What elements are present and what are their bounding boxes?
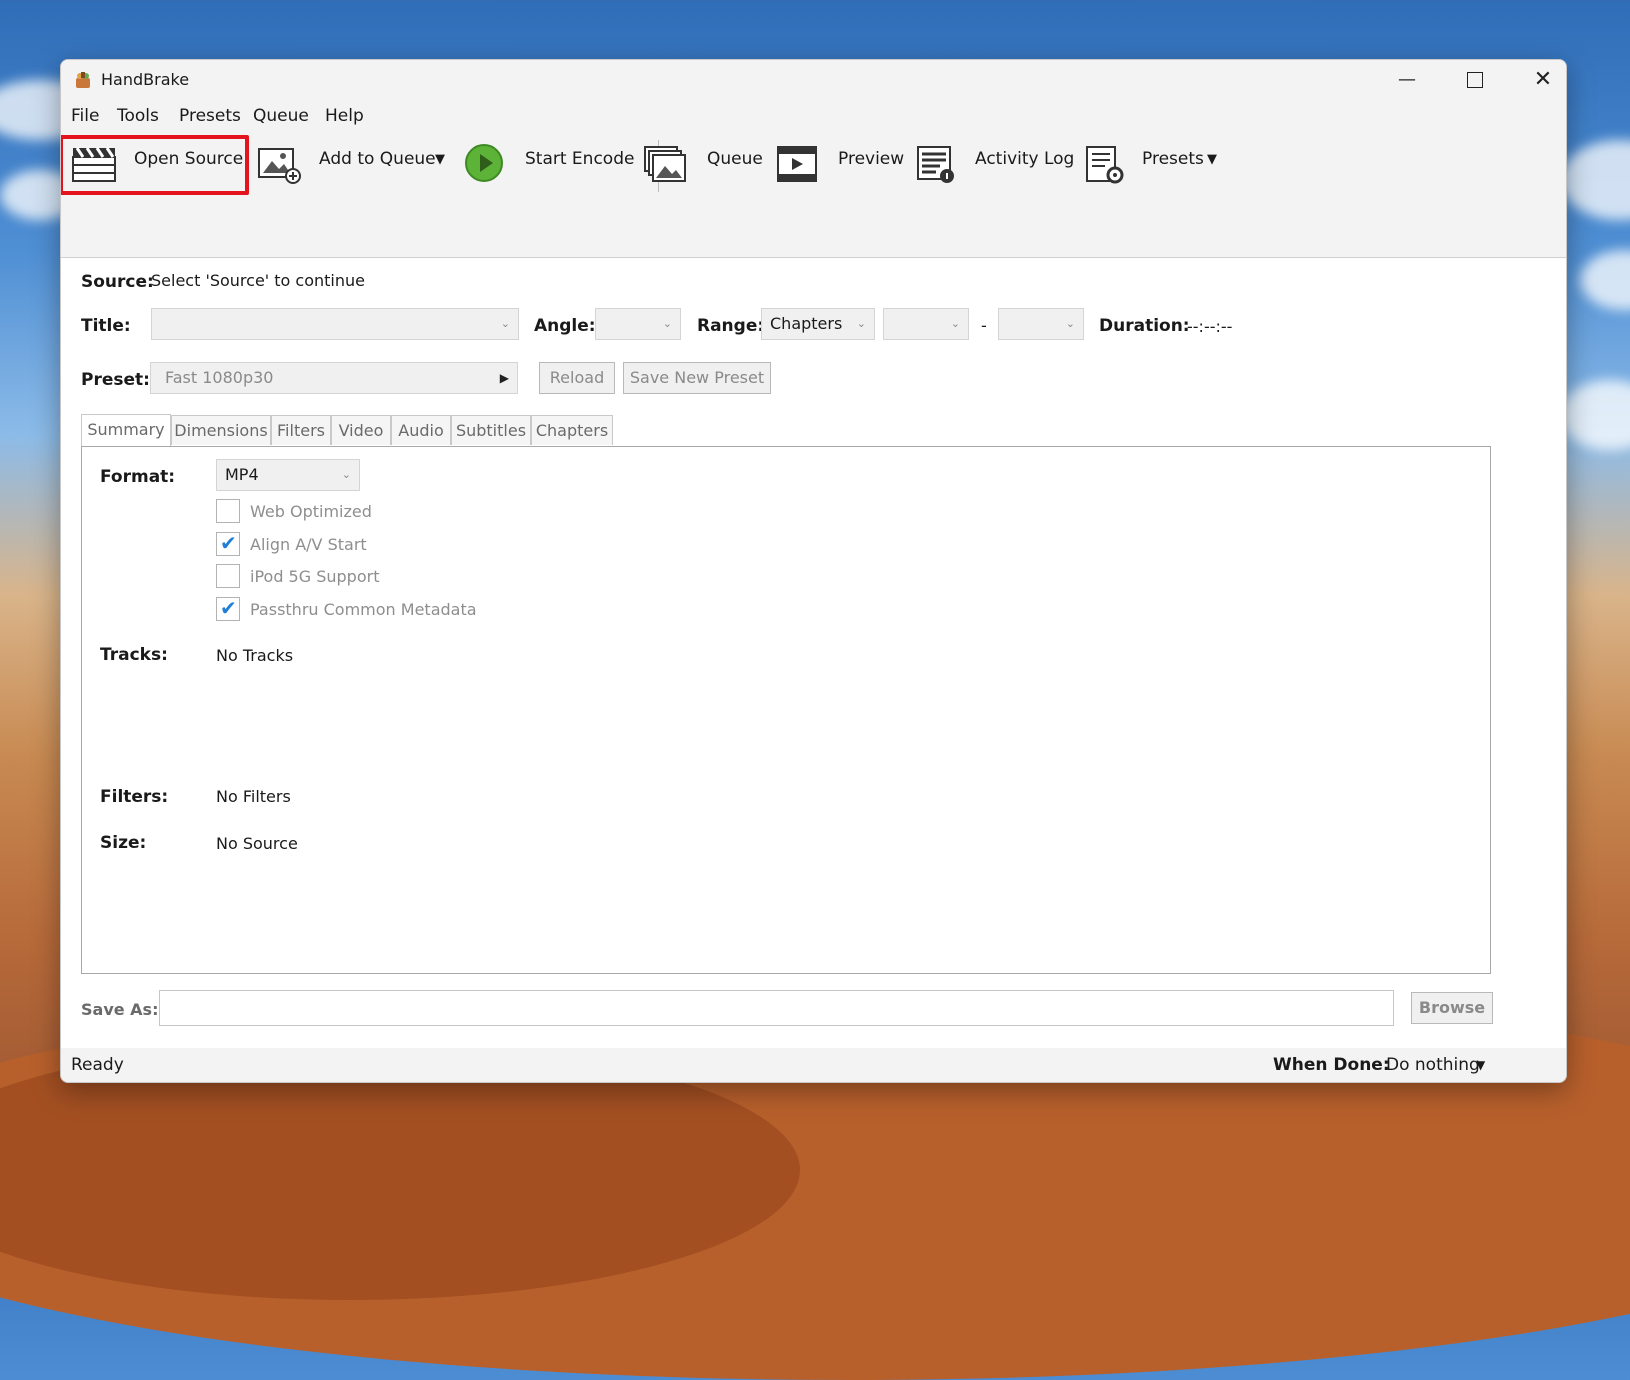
queue-icon (644, 146, 686, 182)
filters-value: No Filters (216, 787, 291, 806)
chevron-down-icon: ⌄ (1065, 317, 1075, 330)
source-label: Source: (81, 272, 154, 292)
align-av-start-label: Align A/V Start (250, 535, 367, 554)
ipod-5g-support-checkbox[interactable] (216, 564, 240, 588)
angle-label: Angle: (534, 316, 596, 336)
preview-label: Preview (838, 149, 905, 169)
save-new-preset-button[interactable]: Save New Preset (623, 362, 771, 394)
duration-label: Duration: (1099, 316, 1190, 336)
menu-tools[interactable]: Tools (117, 106, 159, 126)
range-type-dropdown[interactable]: Chapters ⌄ (761, 308, 875, 340)
queue-label: Queue (707, 149, 763, 169)
tracks-label: Tracks: (100, 645, 168, 665)
minimize-button[interactable]: — (1373, 60, 1441, 100)
title-bar: HandBrake — ✕ (61, 60, 1566, 100)
chevron-right-icon: ▶ (499, 371, 509, 385)
range-label: Range: (697, 316, 765, 336)
handbrake-window: HandBrake — ✕ File Tools Presets Queue H… (60, 59, 1567, 1083)
chevron-down-icon: ⌄ (856, 317, 866, 330)
window-title: HandBrake (101, 70, 190, 89)
status-bar: Ready When Done: Do nothing ▼ (61, 1050, 1566, 1082)
ipod-5g-support-label: iPod 5G Support (250, 567, 380, 586)
title-dropdown[interactable]: ⌄ (151, 308, 519, 340)
save-as-input[interactable] (159, 990, 1394, 1026)
tab-dimensions[interactable]: Dimensions (171, 415, 271, 445)
when-done-value: Do nothing (1386, 1055, 1480, 1075)
menu-presets[interactable]: Presets (179, 106, 241, 126)
menu-bar: File Tools Presets Queue Help (61, 102, 1566, 132)
close-button[interactable]: ✕ (1509, 60, 1566, 100)
maximize-button[interactable] (1441, 60, 1509, 100)
format-value: MP4 (225, 465, 259, 484)
play-icon (465, 144, 503, 182)
range-dash: - (981, 316, 987, 335)
when-done-label: When Done: (1273, 1055, 1390, 1075)
menu-file[interactable]: File (71, 106, 99, 126)
start-encode-label: Start Encode (525, 149, 635, 169)
checkmark-icon: ✔ (220, 531, 237, 555)
open-source-label: Open Source (134, 149, 244, 169)
add-image-icon (258, 148, 301, 184)
filters-label: Filters: (100, 787, 169, 807)
activity-log-label: Activity Log (975, 149, 1075, 169)
source-value: Select 'Source' to continue (151, 271, 365, 290)
reload-button[interactable]: Reload (539, 362, 615, 394)
angle-dropdown[interactable]: ⌄ (595, 308, 681, 340)
tab-subtitles[interactable]: Subtitles (451, 415, 531, 445)
range-end-dropdown[interactable]: ⌄ (998, 308, 1084, 340)
tab-audio[interactable]: Audio (391, 415, 451, 445)
range-start-dropdown[interactable]: ⌄ (883, 308, 969, 340)
chevron-down-icon: ▼ (1476, 1058, 1486, 1072)
main-content: Source: Select 'Source' to continue Titl… (61, 258, 1566, 1048)
presets-dropdown-icon[interactable]: ▼ (1207, 152, 1217, 167)
menu-help[interactable]: Help (325, 106, 364, 126)
preset-label: Preset: (81, 370, 150, 390)
film-preview-icon (777, 146, 817, 182)
presets-label: Presets (1142, 149, 1204, 169)
tracks-value: No Tracks (216, 646, 294, 665)
preset-selector[interactable]: Fast 1080p30 ▶ (150, 362, 518, 394)
chevron-down-icon: ⌄ (500, 317, 510, 330)
format-dropdown[interactable]: MP4 ⌄ (216, 459, 360, 491)
size-label: Size: (100, 833, 147, 853)
minimize-icon: — (1398, 69, 1416, 90)
add-to-queue-dropdown-icon[interactable]: ▼ (435, 152, 445, 167)
activity-log-icon (917, 146, 954, 183)
format-label: Format: (100, 467, 176, 487)
clapperboard-icon (72, 147, 116, 182)
range-type-value: Chapters (770, 314, 843, 333)
chevron-down-icon: ⌄ (662, 317, 672, 330)
close-icon: ✕ (1533, 67, 1553, 92)
chevron-down-icon: ⌄ (950, 317, 960, 330)
preset-value: Fast 1080p30 (165, 368, 274, 387)
title-label: Title: (81, 316, 131, 336)
tab-video[interactable]: Video (331, 415, 391, 445)
size-value: No Source (216, 834, 298, 853)
save-as-label: Save As: (81, 1000, 159, 1019)
summary-panel: Format: MP4 ⌄ Web Optimized ✔ Align A/V … (81, 446, 1491, 974)
tab-filters[interactable]: Filters (271, 415, 331, 445)
status-text: Ready (71, 1055, 124, 1075)
passthru-common-metadata-label: Passthru Common Metadata (250, 600, 477, 619)
passthru-common-metadata-checkbox[interactable]: ✔ (216, 596, 240, 621)
tab-chapters[interactable]: Chapters (531, 415, 613, 445)
browse-button[interactable]: Browse (1411, 992, 1493, 1024)
maximize-icon (1467, 72, 1483, 88)
tab-summary[interactable]: Summary (81, 414, 171, 447)
web-optimized-label: Web Optimized (250, 502, 372, 521)
chevron-down-icon: ⌄ (341, 468, 351, 481)
web-optimized-checkbox[interactable] (216, 499, 240, 523)
handbrake-app-icon (76, 72, 90, 88)
menu-queue[interactable]: Queue (253, 106, 309, 126)
add-to-queue-label: Add to Queue (319, 149, 436, 169)
checkmark-icon: ✔ (220, 596, 237, 620)
presets-gear-icon (1086, 146, 1124, 184)
duration-value: --:--:-- (1187, 317, 1233, 336)
align-av-start-checkbox[interactable]: ✔ (216, 531, 240, 556)
